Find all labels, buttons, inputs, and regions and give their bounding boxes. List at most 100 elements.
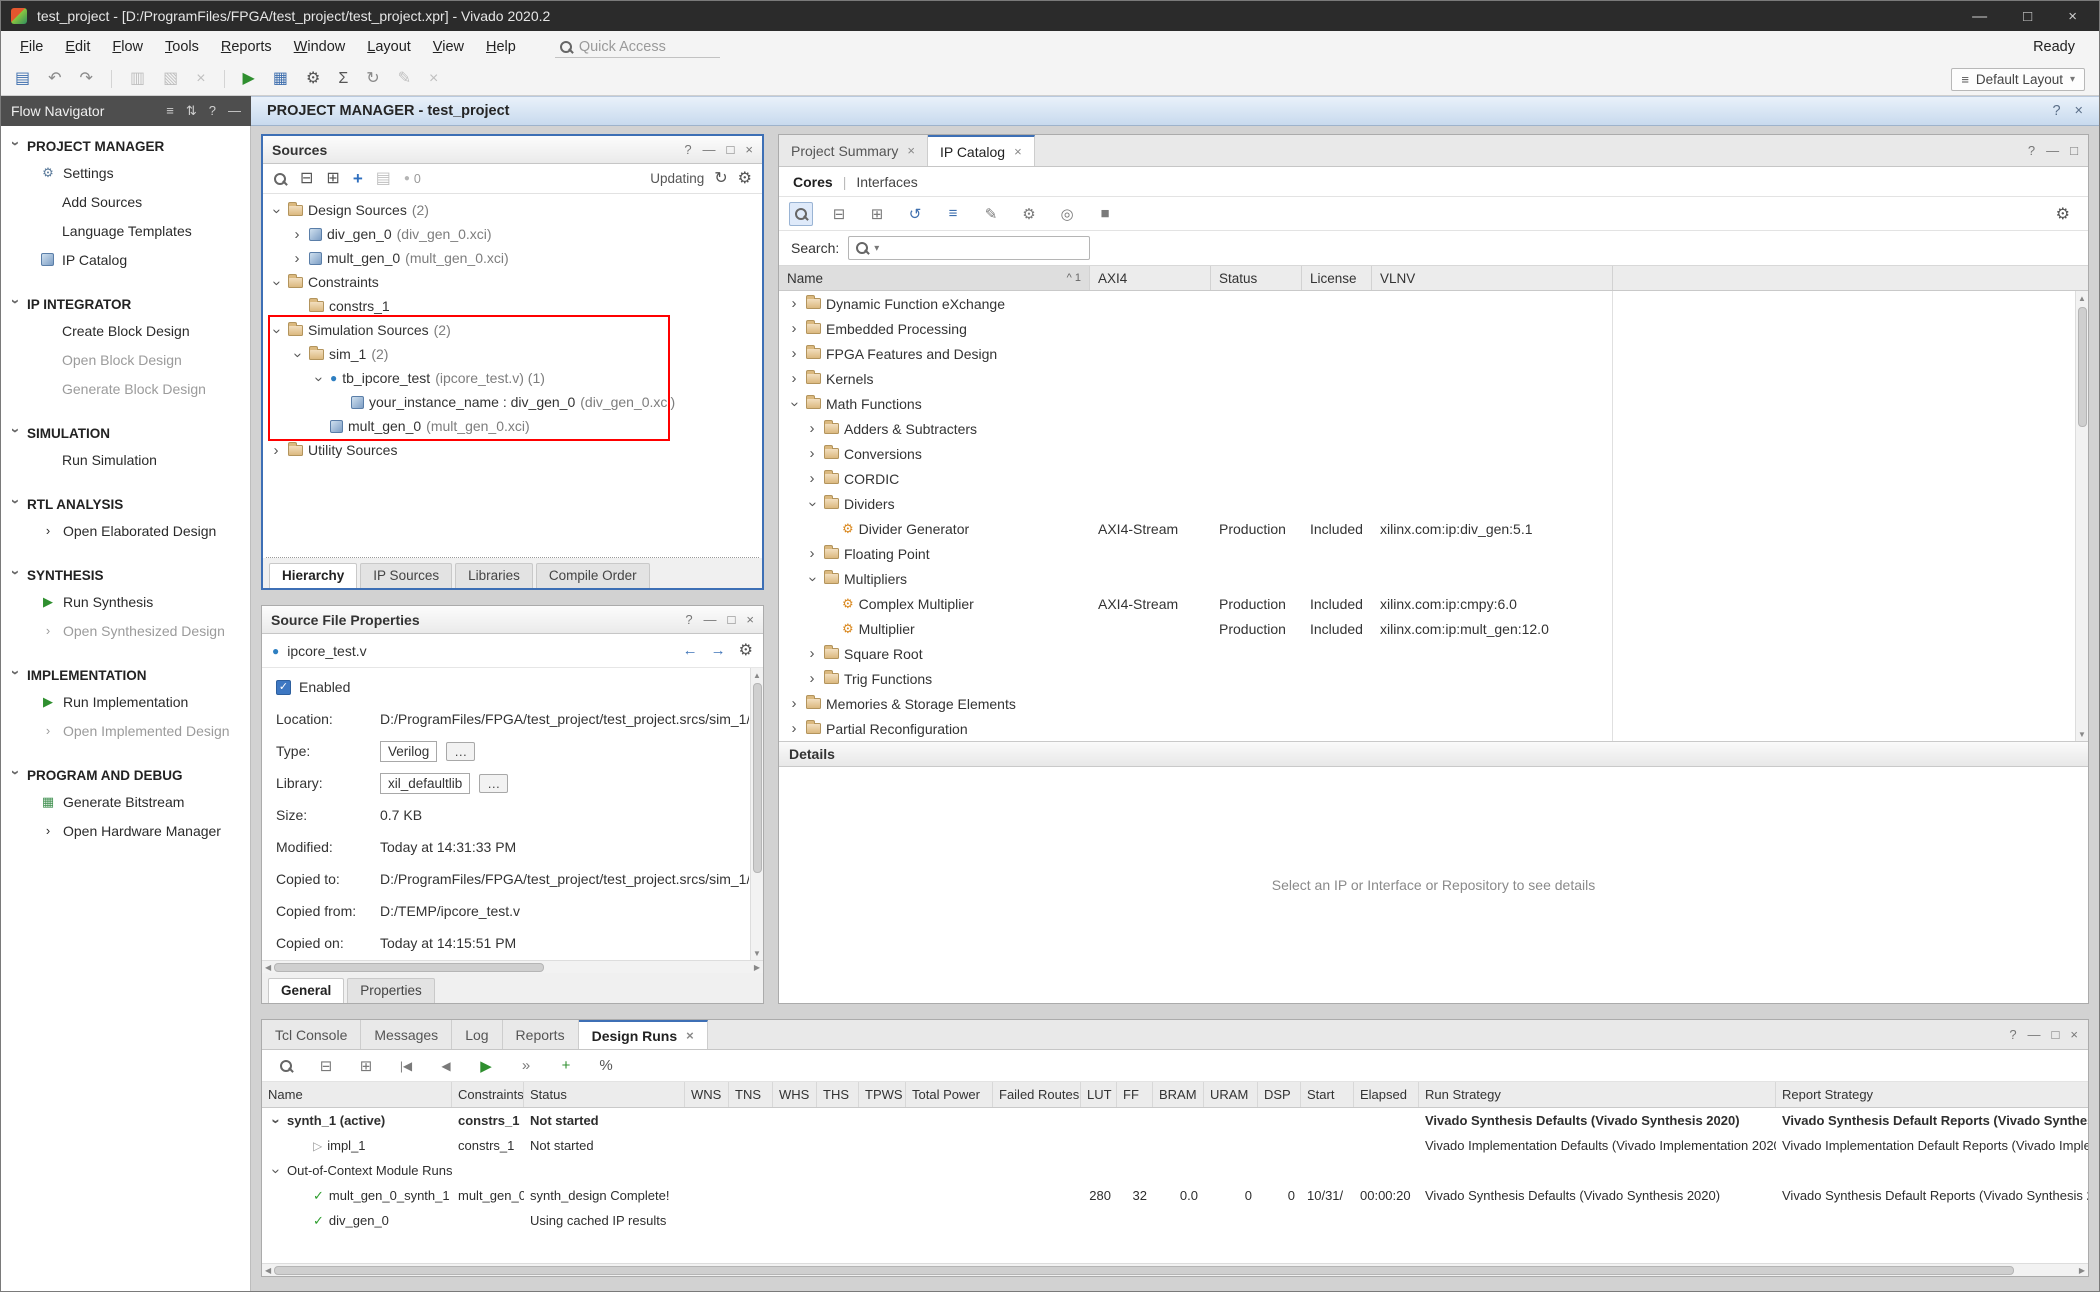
flow-section-header[interactable]: ›PROGRAM AND DEBUG: [1, 763, 250, 787]
tab-reports[interactable]: Reports: [503, 1020, 579, 1049]
column-header-tns[interactable]: TNS: [729, 1082, 773, 1107]
chevron-right-icon[interactable]: ›: [805, 646, 819, 661]
expand-all-icon[interactable]: ⊞: [326, 171, 339, 187]
source-item-simulation-sources[interactable]: ›Simulation Sources(2): [263, 318, 762, 342]
search-icon[interactable]: [273, 172, 287, 186]
close-icon[interactable]: ×: [745, 142, 753, 157]
menu-layout[interactable]: Layout: [356, 34, 422, 60]
menu-help[interactable]: Help: [475, 34, 527, 60]
chevron-down-icon[interactable]: ›: [269, 204, 284, 218]
flow-item-open-synthesized-design[interactable]: ›Open Synthesized Design: [1, 616, 250, 645]
flow-item-create-block-design[interactable]: Create Block Design: [1, 316, 250, 345]
chevron-down-icon[interactable]: ›: [268, 1164, 283, 1178]
help-icon[interactable]: ?: [2009, 1027, 2016, 1042]
scroll-right-icon[interactable]: ▶: [754, 963, 760, 972]
chevron-right-icon[interactable]: ›: [787, 721, 801, 736]
quick-access[interactable]: [555, 37, 720, 58]
catalog-row-square-root[interactable]: ›Square Root: [779, 641, 2088, 666]
menu-edit[interactable]: Edit: [54, 34, 101, 60]
close-icon[interactable]: ×: [746, 612, 754, 627]
chevron-down-icon[interactable]: ›: [805, 572, 820, 586]
help-icon[interactable]: ?: [2028, 143, 2035, 158]
source-item-div-gen-0[interactable]: ›div_gen_0(div_gen_0.xci): [263, 222, 762, 246]
menu-view[interactable]: View: [422, 34, 475, 60]
group-by-repository-icon[interactable]: ≡: [941, 202, 965, 226]
scroll-right-icon[interactable]: ▶: [2079, 1266, 2085, 1275]
catalog-row-conversions[interactable]: ›Conversions: [779, 441, 2088, 466]
refresh-icon[interactable]: ↻: [714, 171, 727, 187]
enabled-checkbox[interactable]: ✓: [276, 680, 291, 695]
column-header-bram[interactable]: BRAM: [1153, 1082, 1204, 1107]
run-icon[interactable]: ▶: [243, 71, 255, 87]
tab-messages[interactable]: Messages: [361, 1020, 452, 1049]
column-header-name[interactable]: Name: [262, 1082, 452, 1107]
sort-icon[interactable]: ⇅: [186, 103, 197, 119]
maximize-button[interactable]: □: [2023, 8, 2032, 25]
scrollbar-thumb[interactable]: [753, 683, 762, 873]
flow-item-generate-block-design[interactable]: Generate Block Design: [1, 374, 250, 403]
column-header-start[interactable]: Start: [1301, 1082, 1354, 1107]
close-icon[interactable]: ×: [907, 143, 915, 158]
chevron-right-icon[interactable]: ›: [805, 471, 819, 486]
chevron-right-icon[interactable]: ›: [787, 296, 801, 311]
column-header-run-strategy[interactable]: Run Strategy: [1419, 1082, 1776, 1107]
flow-item-run-implementation[interactable]: ▶Run Implementation: [1, 687, 250, 716]
column-header-lut[interactable]: LUT: [1081, 1082, 1117, 1107]
cancel-icon[interactable]: ×: [429, 71, 438, 87]
flow-item-run-simulation[interactable]: Run Simulation: [1, 445, 250, 474]
chevron-right-icon[interactable]: ›: [290, 251, 304, 266]
sources-tab-ip-sources[interactable]: IP Sources: [360, 563, 452, 588]
property-value-input[interactable]: xil_defaultlib: [380, 773, 470, 794]
minimize-icon[interactable]: —: [704, 612, 717, 627]
catalog-row-multipliers[interactable]: ›Multipliers: [779, 566, 2088, 591]
source-item-constraints[interactable]: ›Constraints: [263, 270, 762, 294]
dashboard-icon[interactable]: ▦: [273, 71, 288, 87]
add-sources-icon[interactable]: +: [353, 169, 363, 189]
column-header-vlnv[interactable]: VLNV: [1372, 266, 1613, 290]
chevron-down-icon[interactable]: ›: [311, 372, 326, 386]
runs-scrollbar[interactable]: ◀ ▶: [262, 1263, 2088, 1276]
catalog-scrollbar[interactable]: ▲ ▼: [2075, 291, 2088, 741]
toolbar-toggle-icon[interactable]: ≡: [166, 103, 174, 119]
column-header-failed-routes[interactable]: Failed Routes: [993, 1082, 1081, 1107]
flow-section-header[interactable]: ›SIMULATION: [1, 421, 250, 445]
restore-default-hierarchy-icon[interactable]: ↺: [903, 202, 927, 226]
column-header-report-strategy[interactable]: Report Strategy: [1776, 1082, 2089, 1107]
scroll-left-icon[interactable]: ◀: [265, 963, 271, 972]
column-header-wns[interactable]: WNS: [685, 1082, 729, 1107]
flow-section-header[interactable]: ›RTL ANALYSIS: [1, 492, 250, 516]
properties-hscrollbar[interactable]: ◀ ▶: [262, 960, 763, 973]
properties-tab-properties[interactable]: Properties: [347, 978, 435, 1003]
chevron-right-icon[interactable]: ›: [290, 227, 304, 242]
scroll-left-icon[interactable]: ◀: [265, 1266, 271, 1275]
column-header-name[interactable]: Name^ 1: [779, 266, 1090, 290]
stop-icon[interactable]: ■: [1093, 202, 1117, 226]
flow-item-add-sources[interactable]: Add Sources: [1, 187, 250, 216]
source-item-your-instance-name-div-gen-0[interactable]: your_instance_name : div_gen_0(div_gen_0…: [263, 390, 762, 414]
catalog-row-cordic[interactable]: ›CORDIC: [779, 466, 2088, 491]
tab-ip-catalog[interactable]: IP Catalog×: [928, 135, 1035, 166]
ip-status-icon[interactable]: ◎: [1055, 202, 1079, 226]
flow-item-open-hardware-manager[interactable]: ›Open Hardware Manager: [1, 816, 250, 845]
chevron-down-icon[interactable]: ›: [269, 276, 284, 290]
chevron-right-icon[interactable]: ›: [805, 671, 819, 686]
tab-project-summary[interactable]: Project Summary×: [779, 135, 928, 166]
design-run-row-mult-gen-0-synth-1[interactable]: ✓mult_gen_0_synth_1mult_gen_0synth_desig…: [262, 1183, 2088, 1208]
catalog-row-math-functions[interactable]: ›Math Functions: [779, 391, 2088, 416]
copy-icon[interactable]: ▥: [130, 71, 145, 87]
design-run-row-out-of-context-module-runs[interactable]: ›Out-of-Context Module Runs: [262, 1158, 2088, 1183]
flow-item-run-synthesis[interactable]: ▶Run Synthesis: [1, 587, 250, 616]
chevron-down-icon[interactable]: ›: [268, 1114, 283, 1128]
scroll-up-icon[interactable]: ▲: [2078, 292, 2086, 304]
collapse-all-icon[interactable]: ⊟: [827, 202, 851, 226]
catalog-row-kernels[interactable]: ›Kernels: [779, 366, 2088, 391]
column-header-constraints[interactable]: Constraints: [452, 1082, 524, 1107]
source-item-tb-ipcore-test[interactable]: ›●tb_ipcore_test(ipcore_test.v) (1): [263, 366, 762, 390]
column-header-ths[interactable]: THS: [817, 1082, 859, 1107]
float-icon[interactable]: □: [2070, 143, 2078, 158]
sources-tab-compile-order[interactable]: Compile Order: [536, 563, 650, 588]
browse-button[interactable]: …: [479, 774, 508, 793]
create-runs-icon[interactable]: +: [554, 1054, 578, 1078]
float-icon[interactable]: □: [727, 142, 735, 157]
tab-design-runs[interactable]: Design Runs×: [579, 1020, 708, 1049]
